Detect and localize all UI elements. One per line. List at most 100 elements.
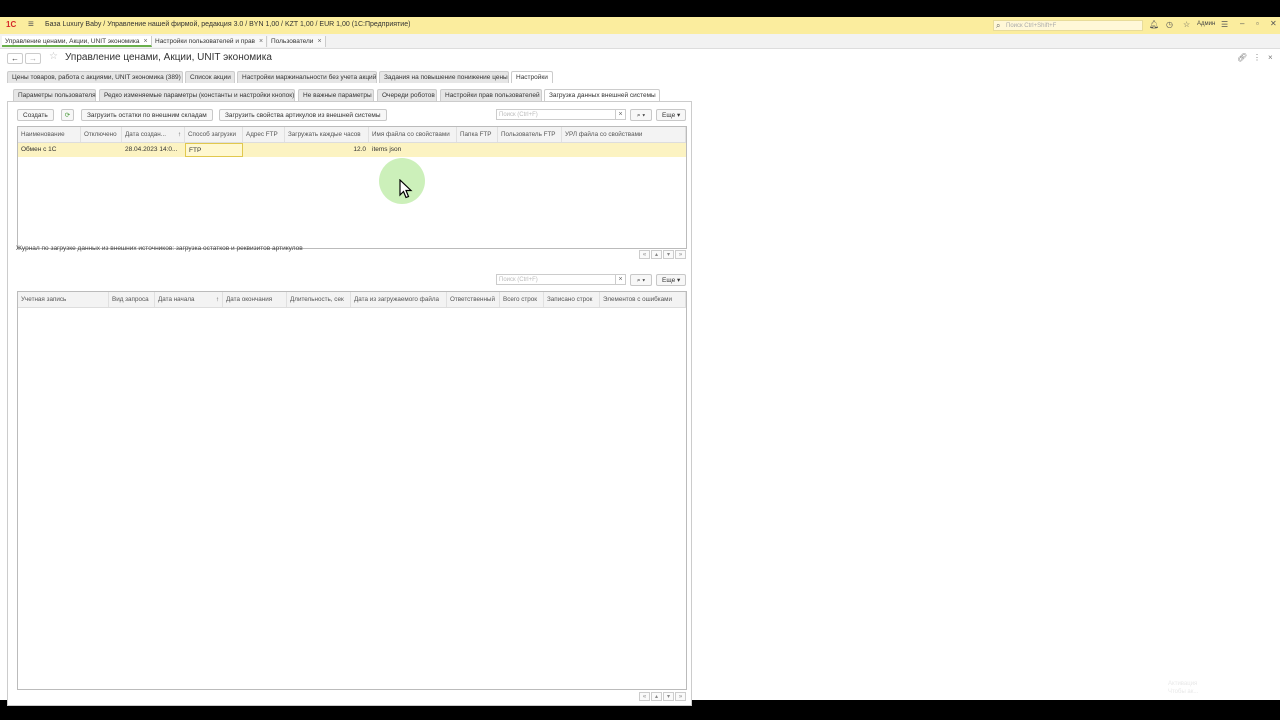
- column-header[interactable]: Отключено: [81, 127, 122, 142]
- column-header-sorted[interactable]: Дата создан... ↑: [122, 127, 185, 142]
- load-stock-button[interactable]: Загрузить остатки по внешним складам: [81, 109, 213, 121]
- column-header[interactable]: Элементов с ошибками: [600, 292, 686, 307]
- scroll-first-button[interactable]: «: [639, 250, 650, 259]
- history-icon[interactable]: ◷: [1166, 20, 1173, 29]
- minimize-icon[interactable]: –: [1240, 19, 1244, 28]
- subtab-external-load[interactable]: Загрузка данных внешней системы: [544, 89, 660, 101]
- subtab-robot-queues[interactable]: Очереди роботов: [377, 89, 437, 101]
- user-name[interactable]: Админ: [1197, 21, 1215, 27]
- search-icon: ⌕: [996, 21, 1001, 30]
- tab-margin-settings[interactable]: Настройки маржинальности без учета акций: [237, 71, 377, 83]
- column-header[interactable]: Длительность, сек: [287, 292, 351, 307]
- scroll-first-button[interactable]: «: [639, 692, 650, 701]
- settings-menu-icon[interactable]: ☰: [1221, 20, 1228, 29]
- close-tab-icon[interactable]: ×: [317, 38, 321, 45]
- column-header[interactable]: Папка FTP: [457, 127, 498, 142]
- app-logo-icon[interactable]: 1С: [6, 20, 22, 30]
- cell-load-method[interactable]: FTP: [185, 143, 243, 157]
- scroll-up-button[interactable]: ▴: [651, 692, 662, 701]
- close-form-icon[interactable]: ×: [1268, 53, 1273, 62]
- link-icon[interactable]: 🔗︎: [1237, 53, 1247, 62]
- maximize-icon[interactable]: ▫: [1256, 19, 1259, 28]
- close-tab-icon[interactable]: ×: [144, 38, 148, 45]
- activation-watermark: Активация Чтобы ак...: [1168, 680, 1198, 696]
- column-header[interactable]: Наименование: [18, 127, 81, 142]
- scroll-down-button[interactable]: ▾: [663, 692, 674, 701]
- scroll-down-button[interactable]: ▾: [663, 250, 674, 259]
- close-tab-icon[interactable]: ×: [259, 38, 263, 45]
- forward-button[interactable]: →: [25, 53, 41, 64]
- watermark-line: Чтобы ак...: [1168, 689, 1199, 695]
- subtab-rare-params[interactable]: Редко изменяемые параметры (константы и …: [99, 89, 295, 101]
- table-header: Наименование Отключено Дата создан... ↑ С…: [18, 127, 686, 143]
- exchange-settings-table: Наименование Отключено Дата создан... ↑ С…: [17, 126, 687, 249]
- cell-disabled[interactable]: [81, 143, 122, 157]
- tab-promo-list[interactable]: Список акции: [185, 71, 235, 83]
- cell-hours[interactable]: 12.0: [285, 143, 369, 157]
- load-properties-button[interactable]: Загрузить свойства артикулов из внешней …: [219, 109, 387, 121]
- column-header[interactable]: Адрес FTP: [243, 127, 285, 142]
- column-header[interactable]: Всего строк: [500, 292, 544, 307]
- open-tab-price-management[interactable]: Управление ценами, Акции, UNIT экономика…: [2, 36, 152, 47]
- search-placeholder: Поиск (Ctrl+F): [499, 112, 538, 118]
- subtab-minor-params[interactable]: Не важные параметры: [298, 89, 374, 101]
- table-header: Учетная запись Вид запроса Дата начала ↑ …: [18, 292, 686, 308]
- column-header[interactable]: УРЛ файла со свойствами: [562, 127, 686, 142]
- title-bar: 1С ≡ База Luxury Baby / Управление нашей…: [0, 17, 1280, 35]
- cell-ftp-folder[interactable]: [457, 143, 498, 157]
- scroll-up-button[interactable]: ▴: [651, 250, 662, 259]
- journal-search-clear-button[interactable]: ×: [616, 274, 626, 285]
- favorites-star-icon[interactable]: ☆: [1183, 20, 1190, 29]
- column-header[interactable]: Записано строк: [544, 292, 600, 307]
- column-header[interactable]: Имя файла со свойствами: [369, 127, 457, 142]
- form-header: ← → ☆ Управление ценами, Акции, UNIT эко…: [0, 49, 1280, 67]
- tab-settings[interactable]: Настройки: [511, 71, 553, 83]
- journal-search-input[interactable]: Поиск (Ctrl+F): [496, 274, 616, 285]
- column-header[interactable]: Дата окончания: [223, 292, 287, 307]
- watermark-line: Активация: [1168, 681, 1198, 687]
- column-header[interactable]: Ответственный: [447, 292, 500, 307]
- cell-name[interactable]: Обмен с 1С: [18, 143, 81, 157]
- open-tab-user-settings[interactable]: Настройки пользователей и прав ×: [152, 36, 268, 47]
- cell-ftp-user[interactable]: [498, 143, 562, 157]
- open-windows-bar: Управление ценами, Акции, UNIT экономика…: [0, 34, 1280, 49]
- scroll-last-button[interactable]: »: [675, 250, 686, 259]
- open-tab-label: Управление ценами, Акции, UNIT экономика: [5, 38, 140, 45]
- column-header-sorted[interactable]: Дата начала ↑: [155, 292, 223, 307]
- main-menu-icon[interactable]: ≡: [28, 19, 34, 30]
- refresh-button[interactable]: ⟳: [61, 109, 74, 121]
- subtab-user-params[interactable]: Параметры пользователя: [13, 89, 96, 101]
- open-tab-users[interactable]: Пользователи ×: [268, 36, 326, 47]
- column-header[interactable]: Пользователь FTP: [498, 127, 562, 142]
- favorite-star-icon[interactable]: ☆: [49, 51, 58, 62]
- more-button[interactable]: Еще ▾: [656, 109, 687, 121]
- table-row[interactable]: Обмен с 1С 28.04.2023 14:0... FTP 12.0 i…: [18, 143, 686, 157]
- column-header[interactable]: Вид запроса: [109, 292, 155, 307]
- tab-price-tasks[interactable]: Задания на повышение понижение цены: [379, 71, 509, 83]
- search-options-button[interactable]: ⌕ ▾: [630, 109, 652, 121]
- column-header[interactable]: Учетная запись: [18, 292, 109, 307]
- mouse-cursor-icon: [399, 179, 413, 199]
- tab-prices[interactable]: Цены товаров, работа с акциями, UNIT эко…: [7, 71, 183, 83]
- subtab-user-rights[interactable]: Настройки прав пользователей: [440, 89, 542, 101]
- cell-ftp-address[interactable]: [243, 143, 285, 157]
- journal-search-options-button[interactable]: ⌕ ▾: [630, 274, 652, 286]
- close-window-icon[interactable]: ✕: [1270, 19, 1277, 28]
- journal-more-button[interactable]: Еще ▾: [656, 274, 687, 286]
- scroll-last-button[interactable]: »: [675, 692, 686, 701]
- column-header[interactable]: Способ загрузки: [185, 127, 243, 142]
- search-input[interactable]: Поиск (Ctrl+F): [496, 109, 616, 120]
- bell-icon[interactable]: 🔔︎: [1149, 20, 1159, 29]
- back-button[interactable]: ←: [7, 53, 23, 64]
- cell-date[interactable]: 28.04.2023 14:0...: [122, 143, 185, 157]
- global-search-input[interactable]: ⌕ Поиск Ctrl+Shift+F: [993, 20, 1143, 31]
- search-clear-button[interactable]: ×: [616, 109, 626, 120]
- more-actions-icon[interactable]: ⋮: [1253, 53, 1261, 62]
- cell-url[interactable]: [562, 143, 686, 157]
- search-icon: ⌕ ▾: [636, 112, 646, 119]
- journal-search-placeholder: Поиск (Ctrl+F): [499, 277, 538, 283]
- cell-file-name[interactable]: items json: [369, 143, 457, 157]
- create-button[interactable]: Создать: [17, 109, 54, 121]
- column-header[interactable]: Загружать каждые часов: [285, 127, 369, 142]
- column-header[interactable]: Дата из загружаемого файла: [351, 292, 447, 307]
